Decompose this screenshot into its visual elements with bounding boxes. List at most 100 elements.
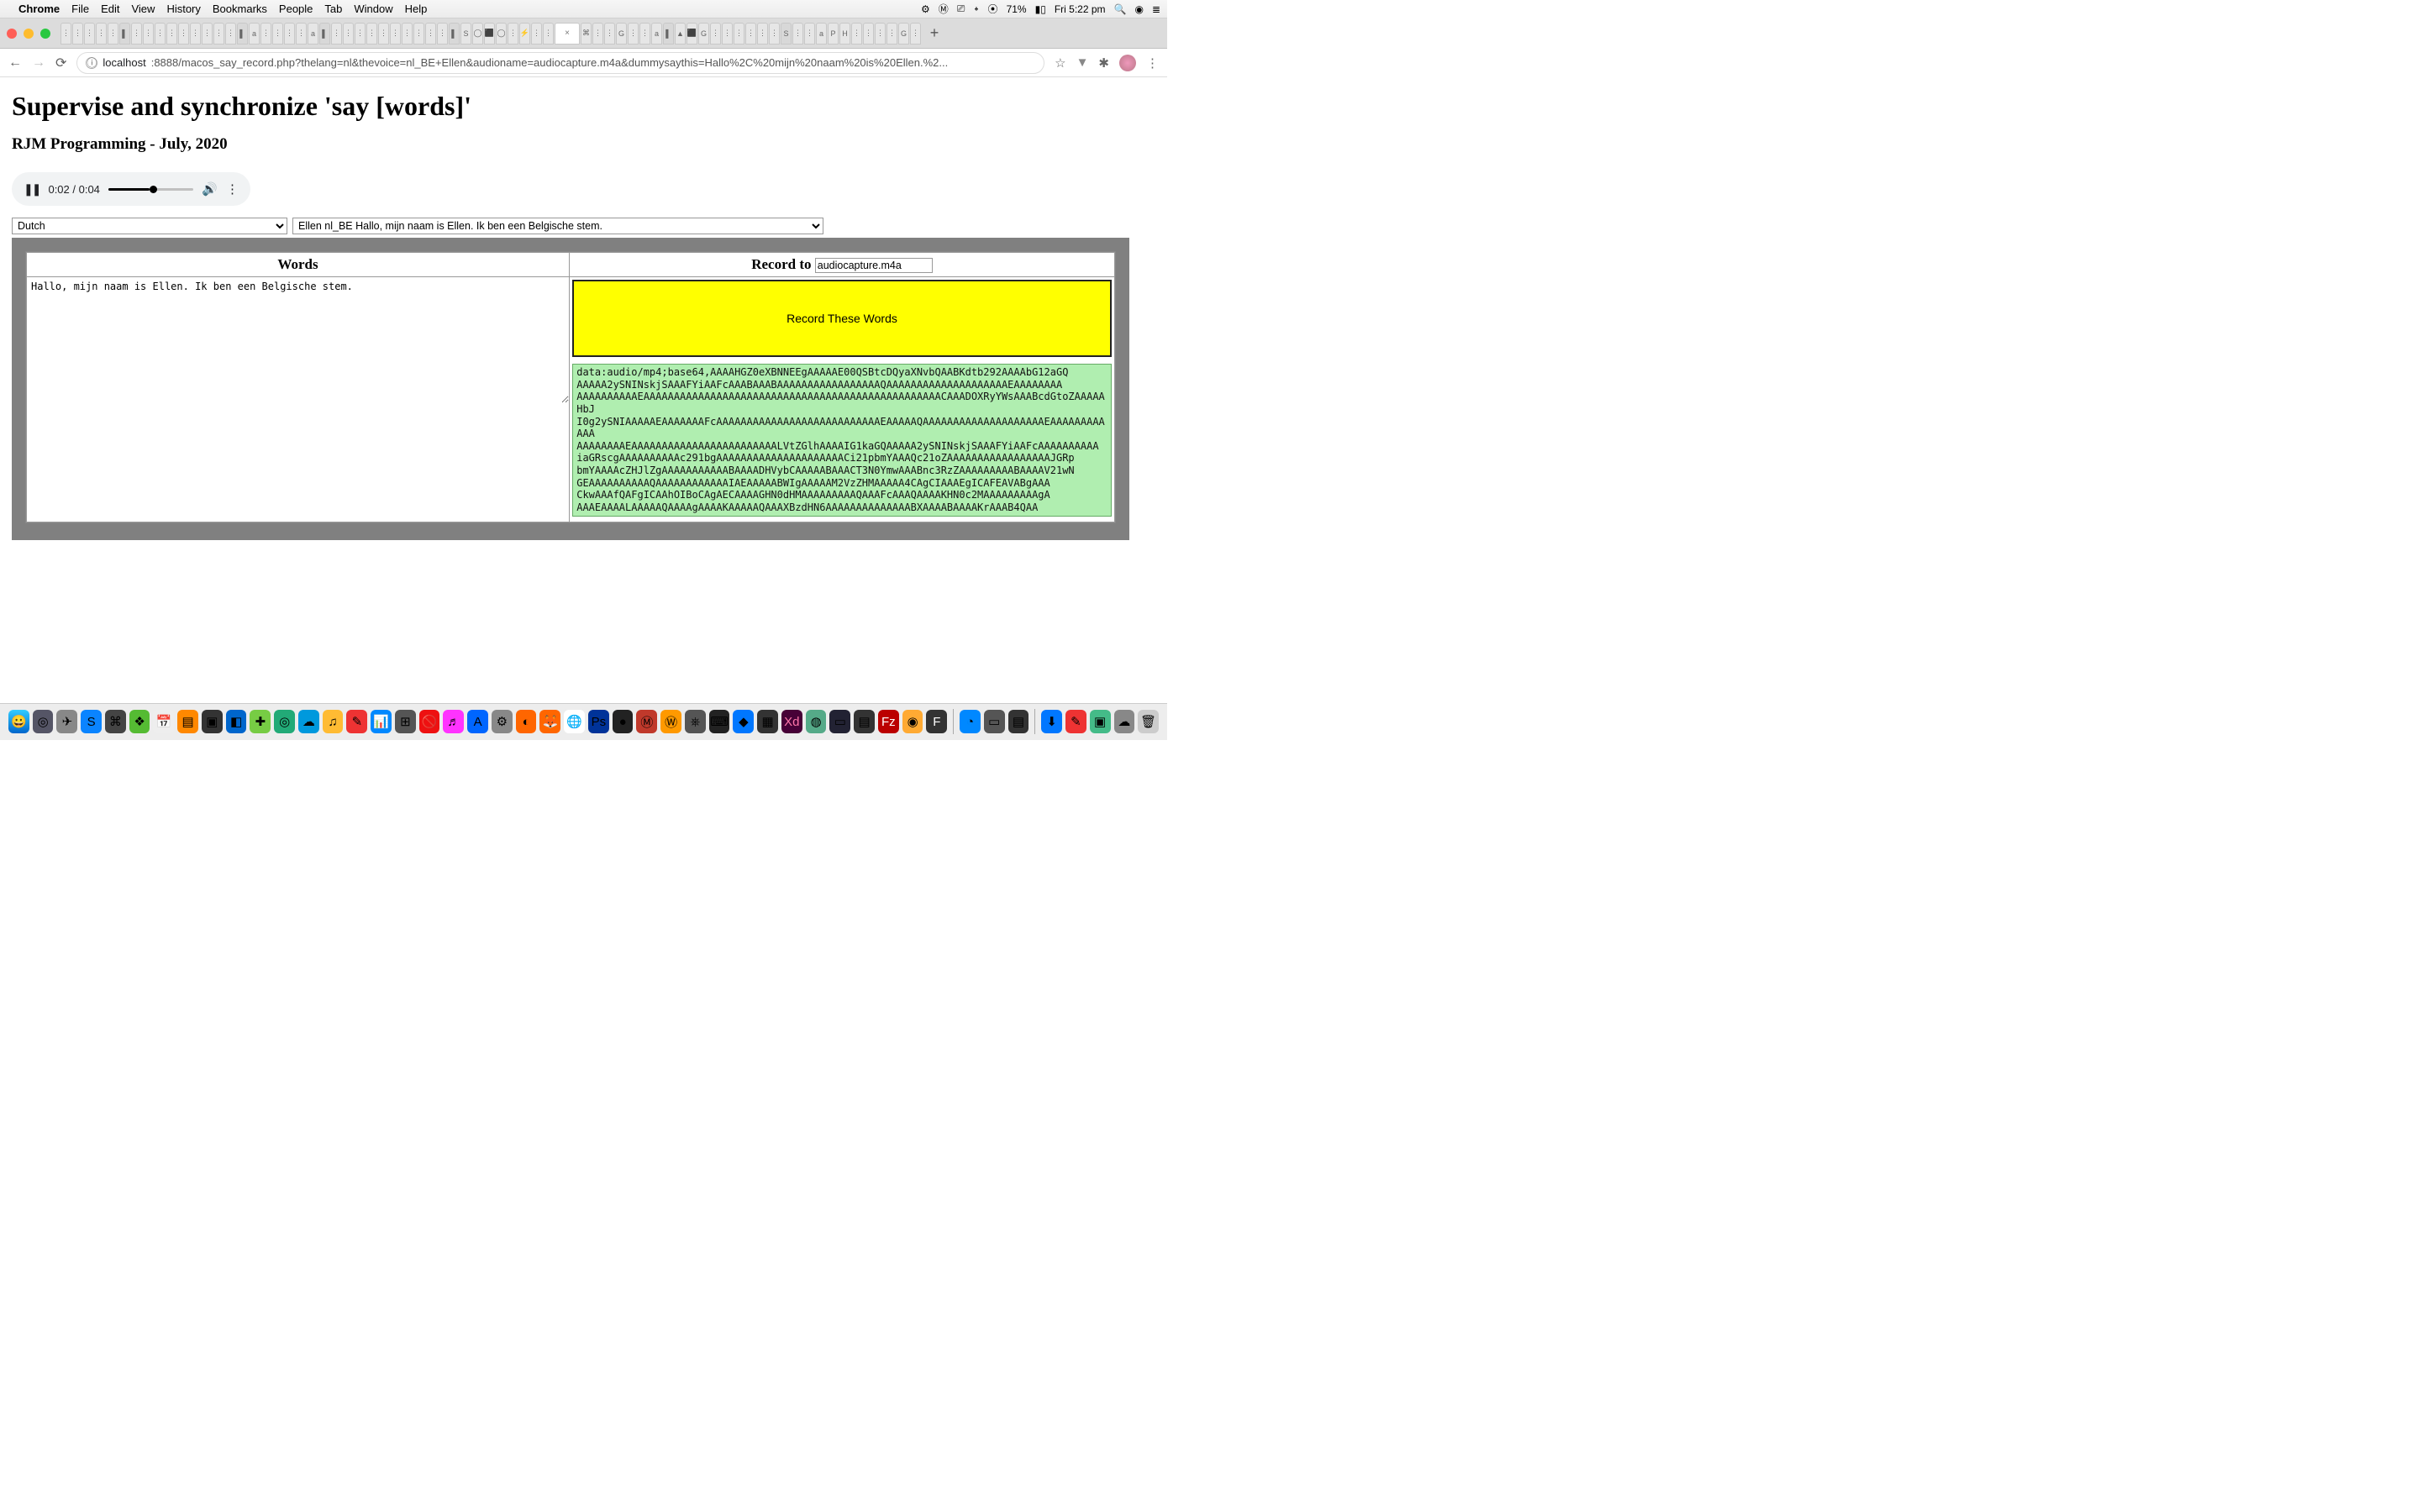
audio-seek-slider[interactable] [108, 188, 193, 191]
siri-icon[interactable]: ◉ [1134, 3, 1143, 15]
tab[interactable]: a [249, 23, 260, 45]
dock-app[interactable]: ✎ [346, 710, 367, 733]
tab[interactable]: ⋮ [910, 23, 921, 45]
tab[interactable]: ⋮ [213, 23, 224, 45]
tab[interactable]: ◯ [496, 23, 507, 45]
menu-bookmarks[interactable]: Bookmarks [213, 3, 267, 15]
dock-app[interactable]: ◐ [516, 710, 537, 733]
tab[interactable]: ⋮ [531, 23, 542, 45]
tab[interactable]: ⋮ [710, 23, 721, 45]
dock-app[interactable]: ◎ [274, 710, 295, 733]
tab[interactable]: ⋮ [543, 23, 554, 45]
maximize-window-button[interactable] [40, 29, 50, 39]
bookmark-star-icon[interactable]: ☆ [1055, 55, 1065, 71]
language-select[interactable]: Dutch [12, 218, 287, 234]
dock-app[interactable]: S [81, 710, 102, 733]
close-tab-icon[interactable]: × [565, 29, 570, 38]
tab[interactable]: ⋮ [260, 23, 271, 45]
status-icon[interactable]: Ⓜ [939, 2, 949, 16]
dock-app[interactable]: ▣ [1090, 710, 1111, 733]
words-textarea[interactable]: Hallo, mijn naam is Ellen. Ik ben een Be… [27, 277, 569, 403]
dock-app[interactable]: ▭ [984, 710, 1005, 733]
pause-icon[interactable]: ❚❚ [24, 182, 39, 197]
tab[interactable]: ⋮ [639, 23, 650, 45]
tab[interactable]: ▌ [319, 23, 330, 45]
tab[interactable]: ⋮ [225, 23, 236, 45]
tab[interactable]: ⋮ [628, 23, 639, 45]
volume-icon[interactable]: 🔊 [202, 181, 218, 197]
tab[interactable]: ⋮ [886, 23, 897, 45]
tab[interactable]: ⋮ [108, 23, 118, 45]
tab[interactable]: a [816, 23, 827, 45]
dock-app[interactable]: ✎ [1065, 710, 1086, 733]
tab[interactable]: ⬛ [687, 23, 697, 45]
dock-trash-icon[interactable]: 🗑 [1138, 710, 1159, 733]
tab[interactable]: ⋮ [804, 23, 815, 45]
tab[interactable]: ⋮ [131, 23, 142, 45]
tab[interactable]: ⌘ [581, 23, 592, 45]
tab[interactable]: ⋮ [402, 23, 413, 45]
dock-app[interactable]: Ⓦ [660, 710, 681, 733]
menu-history[interactable]: History [166, 3, 200, 15]
status-icon[interactable]: ⚙ [921, 3, 930, 15]
tab[interactable]: G [698, 23, 709, 45]
tab[interactable]: ⋮ [202, 23, 213, 45]
dock-app[interactable]: ♫ [323, 710, 344, 733]
tab[interactable]: S [781, 23, 792, 45]
close-window-button[interactable] [7, 29, 17, 39]
site-info-icon[interactable]: ⓘ [86, 57, 97, 69]
tab[interactable]: ⋮ [792, 23, 803, 45]
tab[interactable]: a [308, 23, 318, 45]
menu-view[interactable]: View [131, 3, 155, 15]
tab[interactable]: ⋮ [604, 23, 615, 45]
tab[interactable]: ⋮ [851, 23, 862, 45]
tab[interactable]: ⬛ [484, 23, 495, 45]
dock-app[interactable]: ❖ [129, 710, 150, 733]
tab[interactable]: ⋮ [178, 23, 189, 45]
tab[interactable]: G [898, 23, 909, 45]
new-tab-button[interactable]: + [924, 24, 944, 42]
dock-app[interactable]: 📅 [153, 710, 174, 733]
menu-edit[interactable]: Edit [101, 3, 119, 15]
tab[interactable]: ⋮ [296, 23, 307, 45]
dock-app[interactable]: Ⓜ [636, 710, 657, 733]
dock-app[interactable]: ⌘ [105, 710, 126, 733]
menu-file[interactable]: File [71, 3, 89, 15]
tab[interactable]: ⋮ [190, 23, 201, 45]
tab[interactable]: ⋮ [378, 23, 389, 45]
tab[interactable]: ⋮ [390, 23, 401, 45]
dock-app[interactable]: ⌨ [709, 710, 730, 733]
tab[interactable]: ⋮ [355, 23, 366, 45]
tab[interactable]: ⋮ [284, 23, 295, 45]
dock-app[interactable]: A [467, 710, 488, 733]
tab[interactable]: ▲ [675, 23, 686, 45]
menu-window[interactable]: Window [354, 3, 392, 15]
dock-app[interactable]: ◉ [902, 710, 923, 733]
bluetooth-icon[interactable]: ᛭ [973, 3, 979, 15]
spotlight-icon[interactable]: 🔍 [1114, 3, 1127, 15]
extensions-puzzle-icon[interactable]: ✱ [1098, 55, 1109, 71]
dock-app[interactable]: ⚙ [492, 710, 513, 733]
record-words-button[interactable]: Record These Words [572, 280, 1112, 357]
dock-app-finder[interactable]: 😀 [8, 710, 29, 733]
dock-app[interactable]: ▤ [854, 710, 875, 733]
tab[interactable]: ⋮ [425, 23, 436, 45]
tab[interactable]: ◯ [472, 23, 483, 45]
tab[interactable]: ⋮ [366, 23, 377, 45]
tab[interactable]: ⋮ [863, 23, 874, 45]
dock-app[interactable]: Ps [588, 710, 609, 733]
record-filename-input[interactable] [815, 258, 933, 273]
profile-avatar[interactable] [1119, 55, 1136, 71]
screen-mirror-icon[interactable]: ⎚ [957, 3, 965, 15]
tab[interactable]: ⋮ [84, 23, 95, 45]
dock-app[interactable]: ◔ [960, 710, 981, 733]
dock-app[interactable]: ◧ [226, 710, 247, 733]
dock-app[interactable]: Xd [781, 710, 802, 733]
dock-app[interactable]: ◆ [733, 710, 754, 733]
dock-app[interactable]: ◍ [806, 710, 827, 733]
dock-app[interactable]: ▣ [202, 710, 223, 733]
tab[interactable]: ⋮ [592, 23, 603, 45]
dock-app[interactable]: F [926, 710, 947, 733]
chrome-menu-icon[interactable]: ⋮ [1146, 55, 1159, 71]
tab[interactable]: ⋮ [96, 23, 107, 45]
